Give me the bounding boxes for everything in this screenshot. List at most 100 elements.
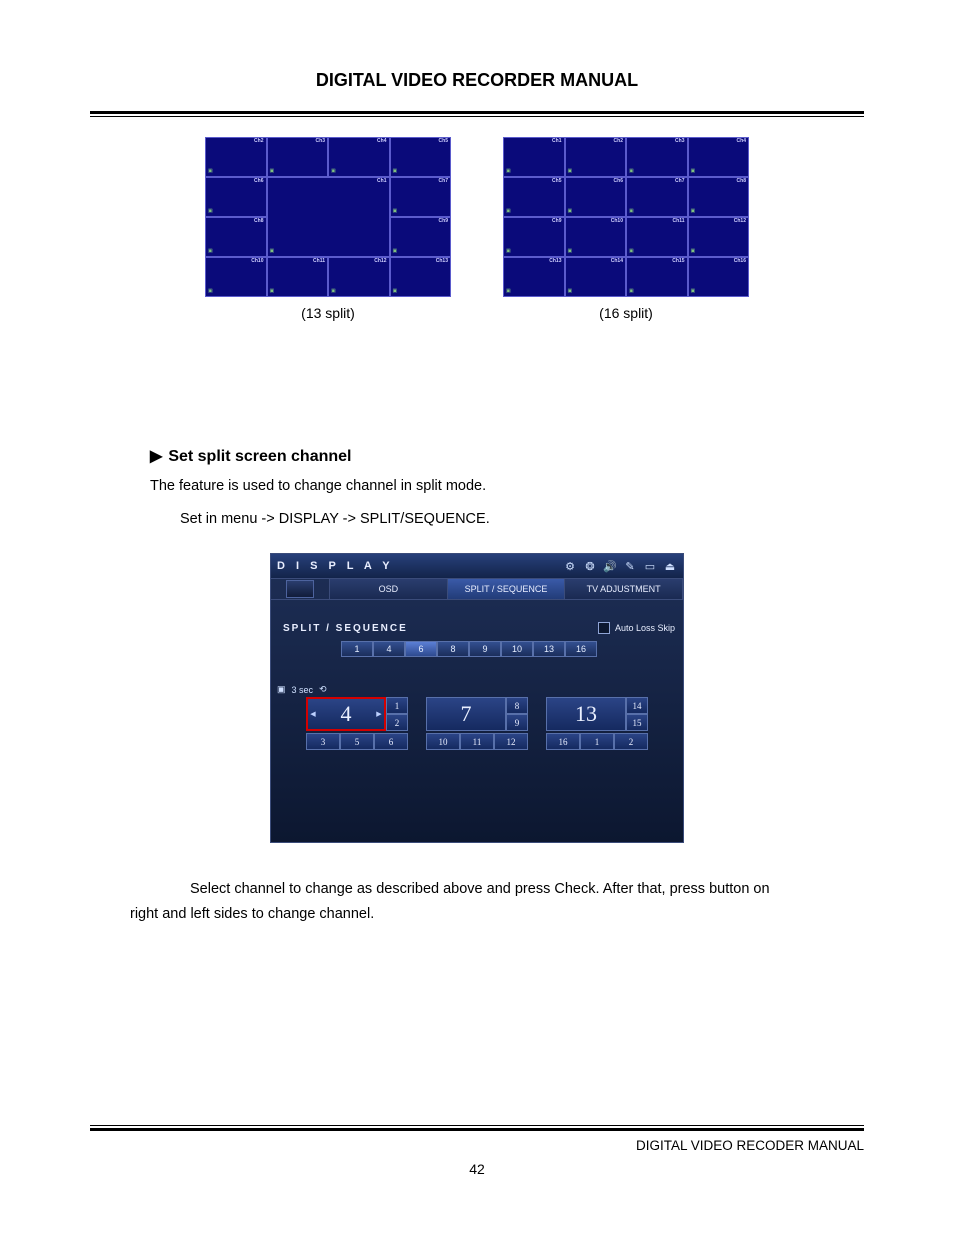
ch-cell: Ch8▣ <box>205 217 267 257</box>
ch-cell: Ch5▣ <box>503 177 565 217</box>
section-heading-text: Set split screen channel <box>168 448 351 465</box>
split-13-caption: (13 split) <box>301 305 355 321</box>
section-p3-line2: right and left sides to change channel. <box>130 906 374 922</box>
sequence-time: ▣ 3 sec ⟲ <box>277 684 327 695</box>
ch-cell: Ch2▣ <box>565 137 627 177</box>
split-side-cell[interactable]: 15 <box>626 714 648 731</box>
triangle-icon: ▶ <box>150 446 162 466</box>
split-16-caption: (16 split) <box>599 305 653 321</box>
display-title: D I S P L A Y <box>277 560 394 572</box>
split-bottom-cell[interactable]: 5 <box>340 733 374 750</box>
split-count-row: 1 4 6 8 9 10 13 16 <box>341 641 675 657</box>
sequence-time-value: 3 sec <box>292 685 314 695</box>
split-side-cell[interactable]: 1 <box>386 697 408 714</box>
page-title: DIGITAL VIDEO RECORDER MANUAL <box>90 70 864 91</box>
ch-cell: Ch6▣ <box>565 177 627 217</box>
brush-icon[interactable]: ✎ <box>623 559 637 573</box>
chevron-right-icon[interactable]: ▶ <box>374 699 384 729</box>
split-panel: 7 8 9 10 11 12 <box>426 697 528 750</box>
section-p2: Set in menu -> DISPLAY -> SPLIT/SEQUENCE… <box>180 507 864 532</box>
ch-cell: Ch7▣ <box>626 177 688 217</box>
split-bottom-cell[interactable]: 10 <box>426 733 460 750</box>
split-count-button[interactable]: 16 <box>565 641 597 657</box>
ch-cell: Ch9▣ <box>503 217 565 257</box>
split-13-grid: Ch2▣ Ch3▣ Ch4▣ Ch5▣ Ch6▣ Ch1▣ Ch7▣ Ch8▣ … <box>205 137 451 297</box>
split-count-button[interactable]: 4 <box>373 641 405 657</box>
ch-cell: Ch9▣ <box>390 217 452 257</box>
split-bottom-cell[interactable]: 3 <box>306 733 340 750</box>
ch-cell: Ch7▣ <box>390 177 452 217</box>
ch-cell: Ch6▣ <box>205 177 267 217</box>
page-number: 42 <box>0 1161 954 1177</box>
ch-cell: Ch8▣ <box>688 177 750 217</box>
ch-cell: Ch4▣ <box>328 137 390 177</box>
section-p3-line1: Select channel to change as described ab… <box>190 881 770 897</box>
ch-cell: Ch12▣ <box>328 257 390 297</box>
ch-cell: Ch2▣ <box>205 137 267 177</box>
split-panel: 13 14 15 16 1 2 <box>546 697 648 750</box>
checkbox-icon[interactable] <box>598 622 610 634</box>
split-main-cell[interactable]: 7 <box>426 697 506 731</box>
split-count-button[interactable]: 8 <box>437 641 469 657</box>
split-main-cell[interactable]: 13 <box>546 697 626 731</box>
split-side-cell[interactable]: 14 <box>626 697 648 714</box>
display-toolbar-icons: ⚙ ❂ 🔊 ✎ ▭ ⏏ <box>563 559 677 573</box>
section-heading: ▶ Set split screen channel <box>150 446 864 466</box>
chevron-left-icon[interactable]: ◀ <box>308 699 318 729</box>
footer-rule-thick <box>90 1128 864 1131</box>
split-count-button[interactable]: 9 <box>469 641 501 657</box>
split-16-grid: Ch1▣ Ch2▣ Ch3▣ Ch4▣ Ch5▣ Ch6▣ Ch7▣ Ch8▣ … <box>503 137 749 297</box>
monitor-thumb <box>271 579 330 599</box>
section-p1: The feature is used to change channel in… <box>150 474 864 499</box>
ch-cell: Ch12▣ <box>688 217 750 257</box>
refresh-icon[interactable]: ⟲ <box>319 684 327 695</box>
split-side-cell[interactable]: 9 <box>506 714 528 731</box>
monitor-icon[interactable]: ▭ <box>643 559 657 573</box>
split-main-cell[interactable]: ◀ 4 ▶ <box>306 697 386 731</box>
ch-cell: Ch1▣ <box>503 137 565 177</box>
ch-cell: Ch3▣ <box>267 137 329 177</box>
header-rule-thin <box>90 116 864 117</box>
split-count-button[interactable]: 13 <box>533 641 565 657</box>
split-count-button[interactable]: 10 <box>501 641 533 657</box>
home-icon[interactable]: ⏏ <box>663 559 677 573</box>
tab-tv-adjustment[interactable]: TV ADJUSTMENT <box>565 579 683 599</box>
clock-icon: ▣ <box>277 684 286 695</box>
split-count-button[interactable]: 1 <box>341 641 373 657</box>
gear-icon[interactable]: ⚙ <box>563 559 577 573</box>
media-icon[interactable]: ❂ <box>583 559 597 573</box>
ch-cell: Ch14▣ <box>565 257 627 297</box>
footer-rule-thin <box>90 1125 864 1126</box>
split-bottom-cell[interactable]: 2 <box>614 733 648 750</box>
split-count-button[interactable]: 6 <box>405 641 437 657</box>
ch-cell: Ch10▣ <box>205 257 267 297</box>
footer-text: DIGITAL VIDEO RECODER MANUAL <box>636 1138 864 1153</box>
ch-cell: Ch3▣ <box>626 137 688 177</box>
auto-loss-skip-label: Auto Loss Skip <box>615 623 675 633</box>
speaker-icon[interactable]: 🔊 <box>603 559 617 573</box>
split-16-figure: Ch1▣ Ch2▣ Ch3▣ Ch4▣ Ch5▣ Ch6▣ Ch7▣ Ch8▣ … <box>503 137 749 321</box>
split-side-cell[interactable]: 8 <box>506 697 528 714</box>
ch-cell: Ch11▣ <box>626 217 688 257</box>
ch-cell: Ch5▣ <box>390 137 452 177</box>
ch-cell: Ch16▣ <box>688 257 750 297</box>
ch-cell: Ch13▣ <box>390 257 452 297</box>
split-panel: ◀ 4 ▶ 1 2 3 5 6 <box>306 697 408 750</box>
split-bottom-cell[interactable]: 1 <box>580 733 614 750</box>
tab-osd[interactable]: OSD <box>330 579 448 599</box>
split-13-figure: Ch2▣ Ch3▣ Ch4▣ Ch5▣ Ch6▣ Ch1▣ Ch7▣ Ch8▣ … <box>205 137 451 321</box>
ch-cell: Ch4▣ <box>688 137 750 177</box>
split-bottom-cell[interactable]: 16 <box>546 733 580 750</box>
tab-split-sequence[interactable]: SPLIT / SEQUENCE <box>448 579 566 599</box>
ch-cell: Ch15▣ <box>626 257 688 297</box>
split-bottom-cell[interactable]: 12 <box>494 733 528 750</box>
split-side-cell[interactable]: 2 <box>386 714 408 731</box>
ch-cell-big: Ch1▣ <box>267 177 390 257</box>
ch-cell: Ch10▣ <box>565 217 627 257</box>
header-rule-thick <box>90 111 864 114</box>
split-bottom-cell[interactable]: 6 <box>374 733 408 750</box>
split-bottom-cell[interactable]: 11 <box>460 733 494 750</box>
ch-cell: Ch13▣ <box>503 257 565 297</box>
auto-loss-skip[interactable]: Auto Loss Skip <box>598 622 675 634</box>
split-sequence-label: SPLIT / SEQUENCE <box>283 623 408 634</box>
